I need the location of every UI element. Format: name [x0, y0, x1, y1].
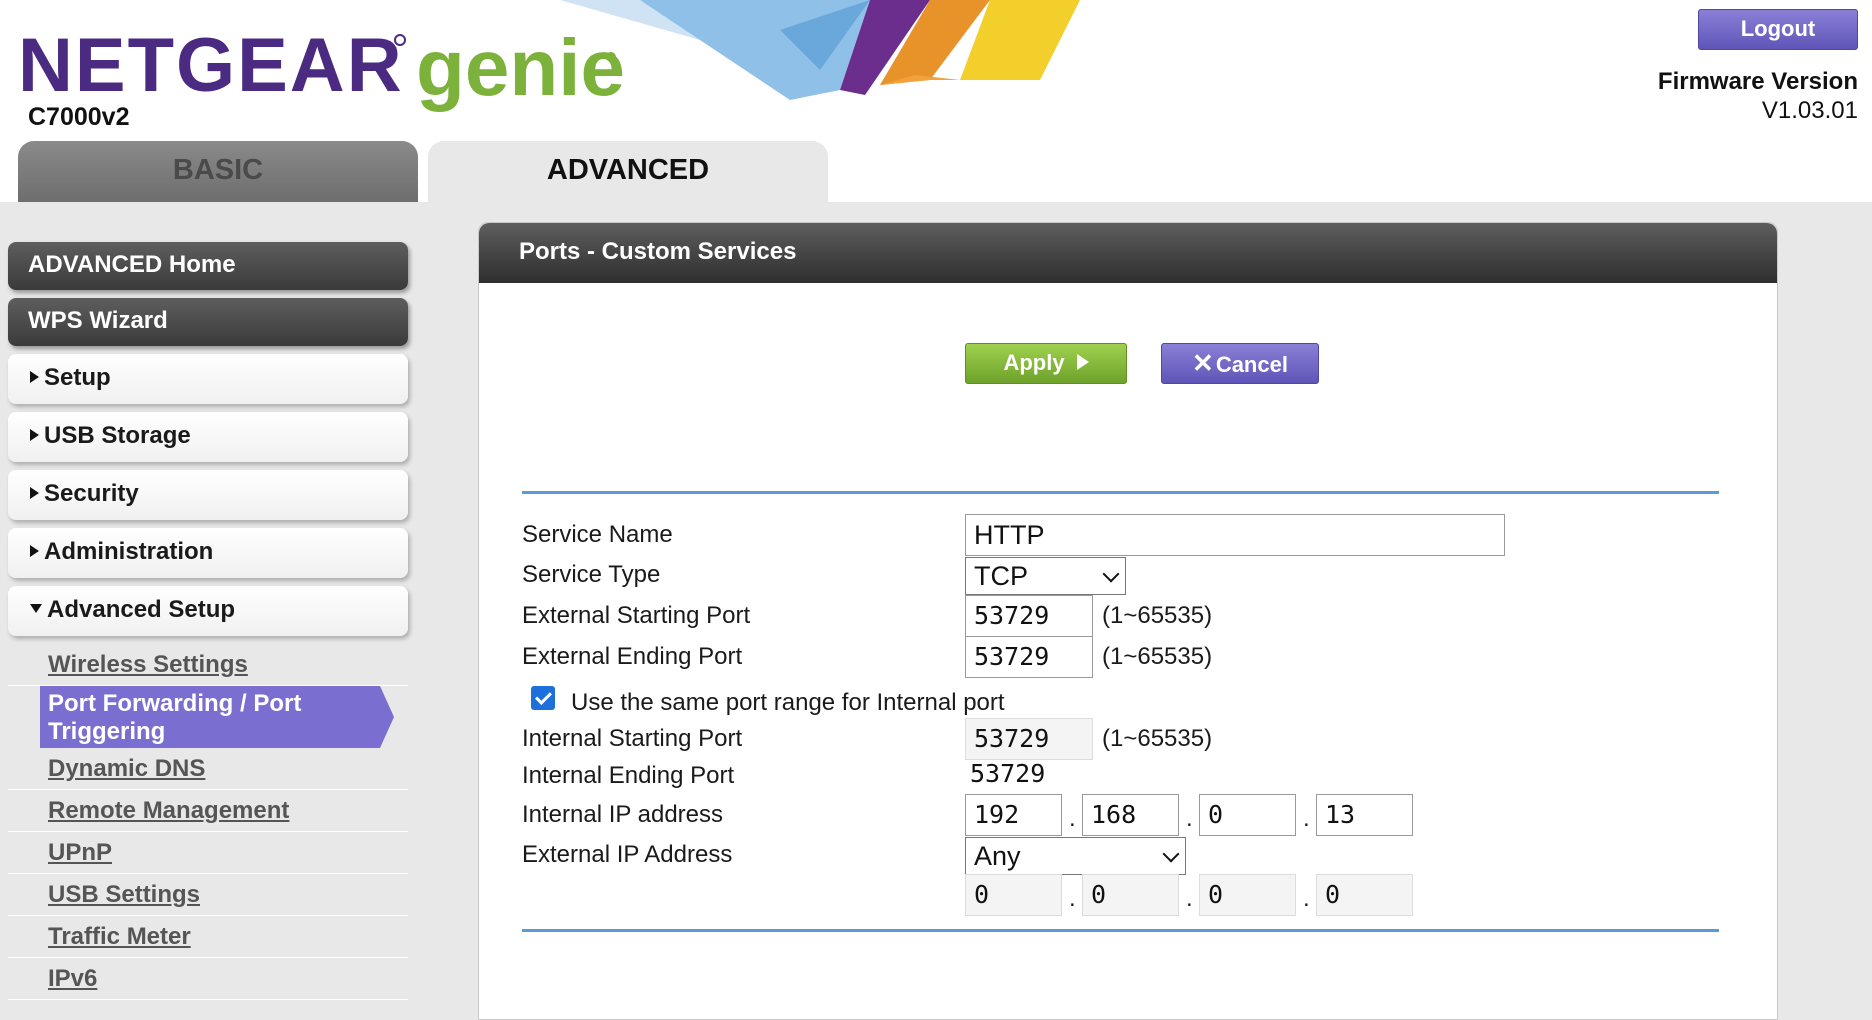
range-hint: (1~65535)	[1102, 602, 1213, 629]
netgear-logo: NETGEAR	[18, 23, 404, 108]
ext-ip-octet-4[interactable]: 0	[1316, 874, 1413, 916]
submenu-port-forwarding[interactable]: Port Forwarding / Port Triggering	[40, 686, 394, 748]
service-name-label: Service Name	[522, 521, 673, 548]
advanced-setup-submenu: Wireless Settings Port Forwarding / Port…	[8, 644, 408, 1000]
same-range-checkbox[interactable]	[531, 686, 555, 710]
model-name: C7000v2	[28, 103, 130, 131]
submenu-remote-management[interactable]: Remote Management	[8, 790, 408, 832]
logout-button[interactable]: Logout	[1698, 9, 1858, 50]
registered-mark-icon	[606, 52, 616, 62]
service-type-value: TCP	[974, 561, 1028, 591]
ip-dot: .	[1069, 805, 1076, 832]
firmware-label: Firmware Version	[1657, 68, 1858, 95]
close-icon: ✕	[1192, 348, 1214, 378]
ext-start-port-label: External Starting Port	[522, 602, 751, 629]
submenu-traffic-meter[interactable]: Traffic Meter	[8, 916, 408, 958]
int-start-port-label: Internal Starting Port	[522, 725, 743, 752]
triangle-down-icon	[30, 604, 42, 614]
sidebar-menu-administration[interactable]: Administration	[8, 528, 408, 578]
int-end-port-label: Internal Ending Port	[522, 762, 735, 789]
triangle-right-icon	[30, 486, 39, 499]
sidebar-item-wps-wizard[interactable]: WPS Wizard	[8, 298, 408, 346]
int-ip-octet-2[interactable]: 168	[1082, 794, 1179, 836]
ext-ip-select-value: Any	[974, 841, 1021, 871]
ip-dot: .	[1303, 885, 1310, 912]
divider	[522, 929, 1719, 932]
apply-button[interactable]: Apply	[965, 343, 1127, 384]
sidebar-item-advanced-home[interactable]: ADVANCED Home	[8, 242, 408, 290]
triangle-right-icon	[30, 370, 39, 383]
ext-end-port-input[interactable]: 53729	[965, 636, 1093, 678]
sidebar-menu-setup[interactable]: Setup	[8, 354, 408, 404]
firmware-version: V1.03.01	[1761, 97, 1858, 124]
sidebar-menu-label: USB Storage	[44, 422, 191, 449]
sidebar-menu-label: Advanced Setup	[47, 596, 236, 623]
cancel-button[interactable]: ✕Cancel	[1161, 343, 1319, 384]
main-panel: Ports - Custom Services Apply ✕Cancel Se…	[478, 222, 1778, 1020]
ip-dot: .	[1186, 805, 1193, 832]
header: NETGEAR genie C7000v2 Logout Firmware Ve…	[0, 0, 1872, 202]
same-range-label: Use the same port range for Internal por…	[571, 689, 1005, 716]
submenu-dynamic-dns[interactable]: Dynamic DNS	[8, 748, 408, 790]
service-type-select[interactable]: TCP	[965, 557, 1126, 595]
submenu-upnp[interactable]: UPnP	[8, 832, 408, 874]
sidebar-menu-usb-storage[interactable]: USB Storage	[8, 412, 408, 462]
cancel-label: Cancel	[1215, 352, 1288, 377]
service-name-input[interactable]: HTTP	[965, 514, 1505, 556]
range-hint: (1~65535)	[1102, 725, 1213, 752]
ext-end-port-label: External Ending Port	[522, 643, 743, 670]
play-arrow-icon	[1076, 354, 1089, 371]
int-start-port-input[interactable]: 53729	[965, 718, 1093, 760]
sidebar-menu-label: Administration	[44, 538, 214, 565]
panel-title: Ports - Custom Services	[479, 223, 1777, 283]
range-hint: (1~65535)	[1102, 643, 1213, 670]
chevron-down-icon	[1102, 565, 1120, 583]
sidebar-menu-security[interactable]: Security	[8, 470, 408, 520]
sidebar-menu-label: Security	[44, 480, 139, 507]
sidebar-menu-advanced-setup[interactable]: Advanced Setup	[8, 586, 408, 636]
ext-start-port-input[interactable]: 53729	[965, 595, 1093, 637]
ext-ip-octet-3[interactable]: 0	[1199, 874, 1296, 916]
ip-dot: .	[1186, 885, 1193, 912]
sidebar-menu-label: Setup	[44, 364, 111, 391]
ip-dot: .	[1303, 805, 1310, 832]
int-ip-octet-3[interactable]: 0	[1199, 794, 1296, 836]
int-ip-octet-4[interactable]: 13	[1316, 794, 1413, 836]
int-ip-octet-1[interactable]: 192	[965, 794, 1062, 836]
ext-ip-label: External IP Address	[522, 841, 733, 868]
int-end-port-value: 53729	[970, 759, 1046, 788]
ext-ip-select[interactable]: Any	[965, 837, 1186, 875]
tab-advanced[interactable]: ADVANCED	[428, 141, 828, 202]
sidebar: ADVANCED Home WPS Wizard Setup USB Stora…	[8, 242, 408, 1000]
ip-dot: .	[1069, 885, 1076, 912]
ext-ip-octet-1[interactable]: 0	[965, 874, 1062, 916]
submenu-usb-settings[interactable]: USB Settings	[8, 874, 408, 916]
submenu-ipv6[interactable]: IPv6	[8, 958, 408, 1000]
ext-ip-octet-2[interactable]: 0	[1082, 874, 1179, 916]
triangle-right-icon	[30, 544, 39, 557]
apply-label: Apply	[1003, 350, 1065, 375]
chevron-down-icon	[1162, 845, 1180, 863]
tab-basic[interactable]: BASIC	[18, 141, 418, 202]
triangle-right-icon	[30, 428, 39, 441]
registered-mark-icon	[394, 34, 406, 46]
genie-logo: genie	[416, 23, 625, 112]
divider	[522, 491, 1719, 494]
int-ip-label: Internal IP address	[522, 801, 724, 828]
service-type-label: Service Type	[522, 561, 661, 588]
submenu-wireless-settings[interactable]: Wireless Settings	[8, 644, 408, 686]
